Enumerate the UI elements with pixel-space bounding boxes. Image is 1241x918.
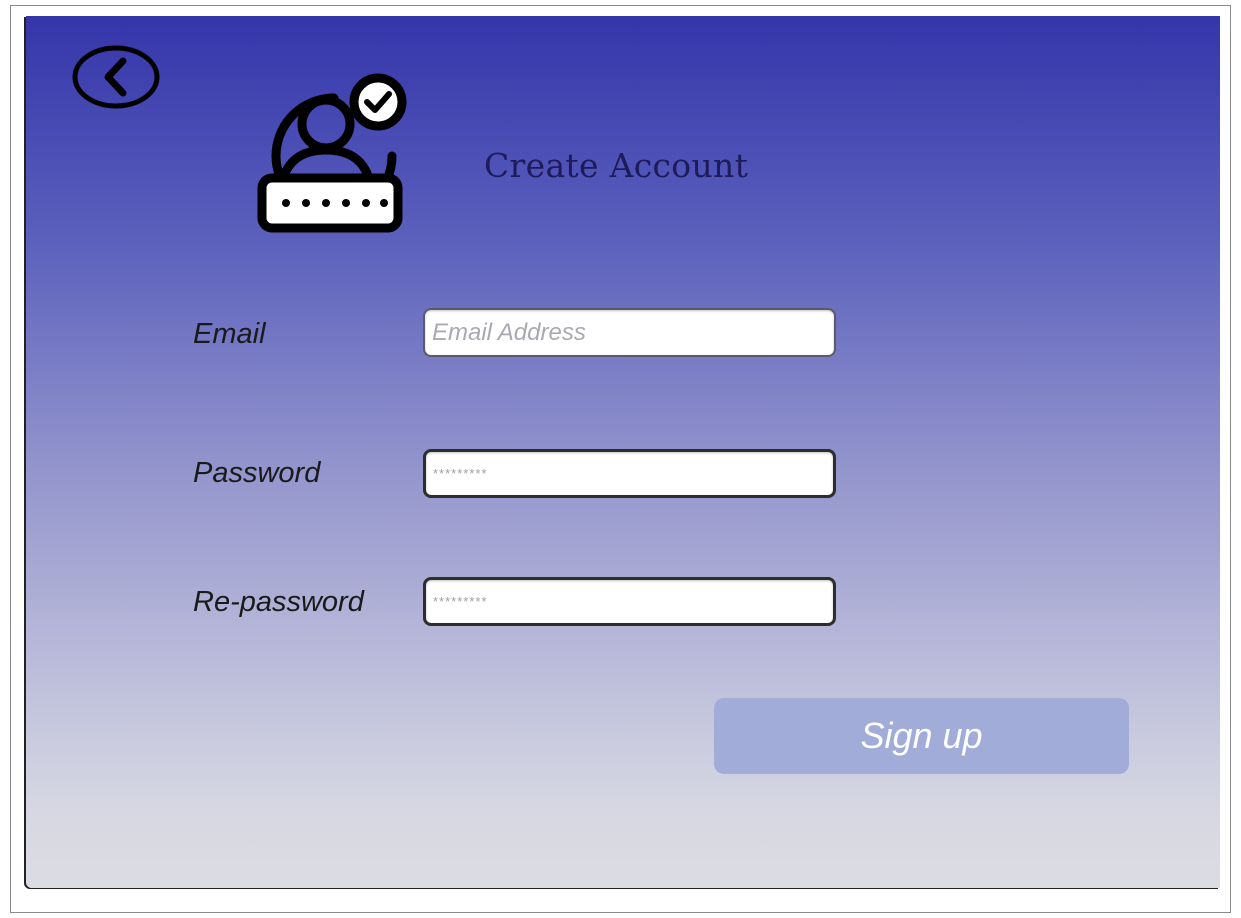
repassword-label: Re-password bbox=[193, 586, 364, 618]
page-title: Create Account bbox=[484, 146, 749, 185]
sign-up-button[interactable]: Sign up bbox=[714, 698, 1129, 774]
create-account-window: Create Account Email Password Re-passwor… bbox=[26, 16, 1220, 888]
back-button[interactable] bbox=[72, 44, 160, 110]
verified-user-password-icon bbox=[256, 72, 416, 234]
password-label: Password bbox=[193, 457, 321, 489]
password-field[interactable] bbox=[423, 449, 836, 498]
back-arrow-circle-icon bbox=[72, 44, 160, 110]
email-label: Email bbox=[193, 318, 266, 350]
repassword-field[interactable] bbox=[423, 577, 836, 626]
email-field[interactable] bbox=[423, 308, 836, 357]
